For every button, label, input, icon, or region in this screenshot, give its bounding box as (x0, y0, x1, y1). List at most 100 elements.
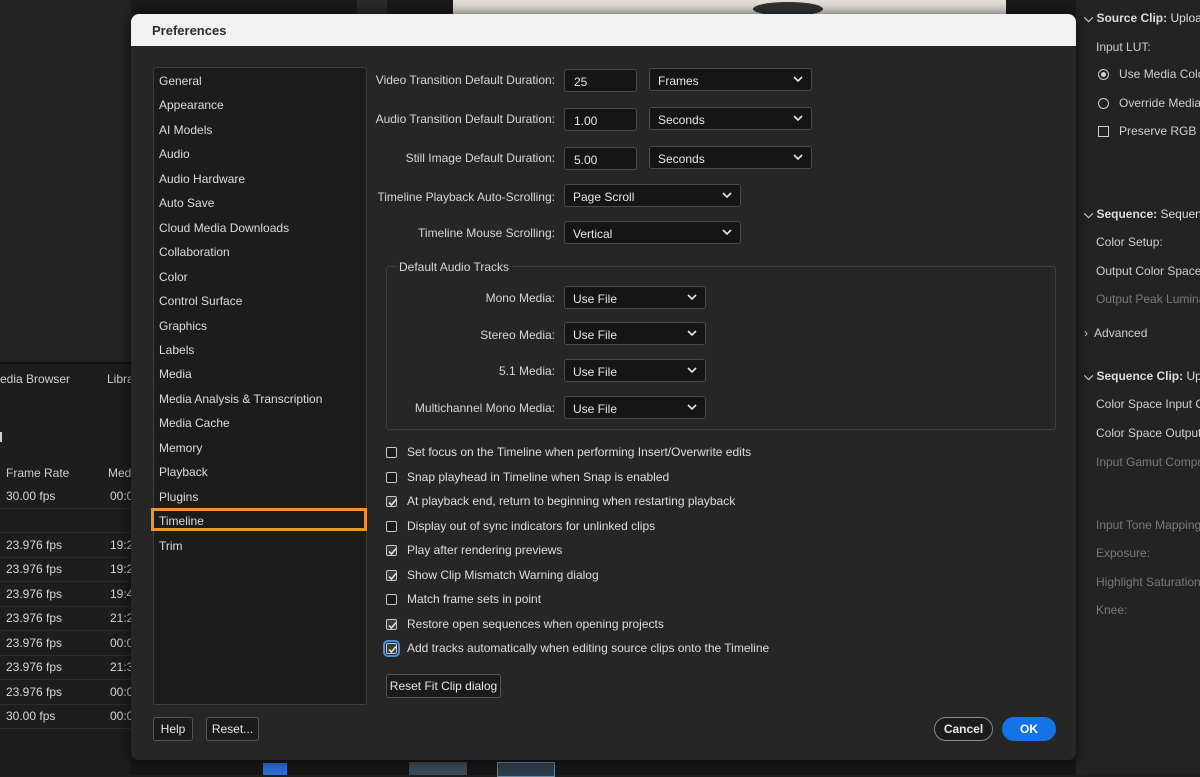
nav-item-general[interactable]: General (159, 71, 202, 91)
checkbox[interactable] (383, 640, 400, 657)
multichannel-mono-dropdown[interactable]: Use File (564, 396, 706, 419)
audio-transition-label: Audio Transition Default Duration: (375, 112, 555, 126)
nav-item-media-cache[interactable]: Media Cache (159, 413, 230, 433)
table-row[interactable]: 23.976 fps 19:4 (0, 582, 133, 607)
reset-button[interactable]: Reset... (206, 717, 259, 741)
nav-item-appearance[interactable]: Appearance (159, 95, 224, 115)
cs-input-label: Color Space Input Co (1096, 397, 1200, 411)
auto-scrolling-dropdown[interactable]: Page Scroll (564, 184, 741, 207)
checkbox[interactable] (386, 520, 397, 532)
nav-item-cloud-media-downloads[interactable]: Cloud Media Downloads (159, 218, 289, 238)
ok-button[interactable]: OK (1002, 717, 1056, 741)
media-cell: 00:0 (110, 489, 134, 503)
table-row[interactable]: 30.00 fps 00:0 (0, 704, 133, 729)
checkbox[interactable] (386, 545, 397, 556)
nav-item-graphics[interactable]: Graphics (159, 316, 207, 336)
table-row[interactable]: 23.976 fps 19:2 (0, 557, 134, 582)
cancel-button[interactable]: Cancel (934, 717, 993, 741)
timeline-clip[interactable] (409, 762, 467, 775)
preferences-dialog: Preferences General Appearance AI Models Au… (131, 14, 1076, 760)
checkbox[interactable] (386, 447, 397, 458)
help-button[interactable]: Help (153, 717, 193, 741)
table-row[interactable]: 23.976 fps 21:2 (0, 606, 133, 631)
mouse-scrolling-dropdown[interactable]: Vertical (564, 221, 741, 244)
nav-item-audio[interactable]: Audio (159, 144, 190, 164)
dropdown-value: Vertical (573, 227, 613, 241)
nav-item-control-surface[interactable]: Control Surface (159, 291, 242, 311)
background-project-panel: edia Browser Libra Frame Rate Med 30.00 … (0, 0, 134, 775)
nav-item-media[interactable]: Media (159, 364, 192, 384)
dropdown-value: Seconds (658, 152, 705, 166)
checkbox[interactable] (386, 618, 397, 630)
tab-media-browser[interactable]: edia Browser (0, 372, 70, 386)
sequence-clip-section[interactable]: ⌵ Sequence Clip: Uplo (1084, 369, 1200, 384)
still-image-input[interactable]: 5.00 (564, 147, 637, 170)
table-row[interactable]: 23.976 fps 19:2 (0, 533, 133, 558)
video-transition-input[interactable]: 25 (564, 69, 637, 92)
stereo-media-dropdown[interactable]: Use File (564, 322, 706, 345)
use-media-radio[interactable]: Use Media Color (1098, 67, 1200, 81)
nav-item-labels[interactable]: Labels (159, 340, 194, 360)
sequence-section[interactable]: ⌵ Sequence: Sequence (1084, 207, 1200, 222)
five-one-media-dropdown[interactable]: Use File (564, 359, 706, 382)
audio-transition-input[interactable]: 1.00 (564, 108, 637, 131)
checkbox-label: Set focus on the Timeline when performin… (407, 445, 752, 459)
override-media-radio[interactable]: Override Media C (1098, 96, 1200, 110)
nav-item-audio-hardware[interactable]: Audio Hardware (159, 169, 245, 189)
nav-item-color[interactable]: Color (159, 267, 188, 287)
column-frame-rate[interactable]: Frame Rate (6, 466, 69, 480)
frame-rate-cell: 30.00 fps (6, 489, 56, 503)
tab-libraries[interactable]: Libra (107, 372, 134, 386)
reset-fit-clip-button[interactable]: Reset Fit Clip dialog (386, 674, 501, 698)
video-frame (453, 0, 1006, 16)
nav-item-ai-models[interactable]: AI Models (159, 120, 212, 140)
dialog-titlebar[interactable]: Preferences (131, 14, 1076, 46)
color-setup-label: Color Setup: (1096, 235, 1163, 249)
dropdown-value: Seconds (658, 113, 705, 127)
frame-rate-cell: 23.976 fps (6, 660, 63, 674)
checkbox[interactable] (386, 594, 397, 605)
nav-item-auto-save[interactable]: Auto Save (159, 193, 214, 213)
advanced-section[interactable]: › Advanced (1084, 326, 1147, 340)
checkbox-label: Display out of sync indicators for unlin… (407, 518, 656, 533)
still-image-label: Still Image Default Duration: (405, 151, 555, 165)
nav-item-memory[interactable]: Memory (159, 438, 202, 458)
video-transition-label: Video Transition Default Duration: (375, 73, 555, 87)
checkbox[interactable] (386, 471, 397, 483)
input-lut-label: Input LUT: (1096, 40, 1151, 54)
nav-item-trim[interactable]: Trim (159, 536, 183, 556)
table-row[interactable]: 23.976 fps 21:3 (0, 655, 134, 680)
video-transition-unit-dropdown[interactable]: Frames (649, 68, 812, 91)
table-row[interactable] (0, 508, 131, 533)
highlight-saturation-label: Highlight Saturation: (1096, 575, 1200, 589)
still-image-unit-dropdown[interactable]: Seconds (649, 146, 812, 169)
frame-rate-cell: 23.976 fps (6, 562, 63, 576)
nav-item-plugins[interactable]: Plugins (159, 487, 198, 507)
nav-item-collaboration[interactable]: Collaboration (159, 242, 230, 262)
checkbox[interactable] (386, 496, 397, 507)
timeline-marker (263, 763, 287, 775)
background-lumetri-panel: ⌵ Source Clip: Upload Input LUT: Use Med… (1076, 0, 1200, 775)
column-media[interactable]: Med (108, 466, 131, 480)
nav-item-timeline[interactable]: Timeline (159, 511, 204, 531)
knee-label: Knee: (1096, 603, 1128, 617)
media-cell: 19:2 (110, 562, 134, 576)
table-row[interactable]: 30.00 fps 00:0 (0, 484, 134, 509)
source-clip-section[interactable]: ⌵ Source Clip: Upload (1084, 11, 1200, 26)
background-program-monitor (131, 0, 1076, 16)
column-marker (0, 432, 2, 442)
checkbox-label: Play after rendering previews (407, 543, 563, 557)
media-cell: 00:0 (110, 636, 134, 650)
frame-rate-cell: 23.976 fps (6, 538, 63, 552)
media-cell: 21:3 (110, 660, 134, 674)
input-gamut-label: Input Gamut Compre (1096, 455, 1200, 469)
table-row[interactable]: 23.976 fps 00:0 (0, 680, 133, 705)
nav-item-media-analysis-transcription[interactable]: Media Analysis & Transcription (159, 389, 322, 409)
nav-item-playback[interactable]: Playback (159, 462, 208, 482)
preserve-rgb-checkbox[interactable]: Preserve RGB (di (1098, 124, 1200, 138)
mono-media-dropdown[interactable]: Use File (564, 286, 706, 309)
audio-transition-unit-dropdown[interactable]: Seconds (649, 107, 812, 130)
table-row[interactable]: 23.976 fps 00:0 (0, 631, 134, 656)
checkbox[interactable] (386, 569, 397, 581)
background-source-area (0, 0, 131, 364)
